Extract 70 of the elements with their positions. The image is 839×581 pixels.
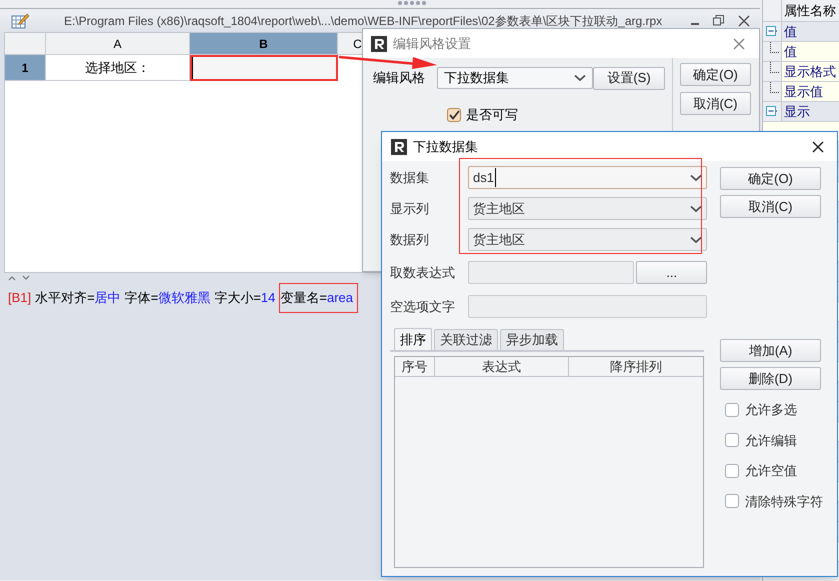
property-setting: 水平对齐=居中	[35, 289, 121, 308]
field-label: 编辑风格	[373, 69, 426, 88]
property-setting: 变量名=area	[279, 283, 358, 313]
column-header[interactable]: 序号	[395, 357, 435, 376]
field-label: 数据集	[390, 168, 430, 187]
field-label: 数据列	[390, 230, 430, 249]
checkbox[interactable]	[725, 402, 739, 417]
app-logo-icon	[391, 138, 407, 154]
dialog-button[interactable]: 删除(D)	[720, 367, 821, 390]
dialog-button[interactable]: 确定(O)	[720, 167, 821, 190]
tree-line-icon	[770, 62, 778, 73]
column-header[interactable]: A	[46, 33, 190, 54]
checkbox[interactable]	[447, 108, 461, 122]
column-header[interactable]: 表达式	[435, 357, 569, 376]
tab[interactable]: 关联过滤	[434, 329, 498, 350]
field-label: 空选项文字	[390, 298, 456, 316]
dialog-button[interactable]: 设置(S)	[593, 66, 665, 90]
checkbox-label: 允许编辑	[745, 432, 797, 450]
property-setting: 字大小=14	[214, 289, 276, 308]
dropdown[interactable]: 货主地区	[468, 197, 707, 220]
report-icon	[11, 12, 29, 30]
checkbox-label: 允许空值	[745, 462, 797, 480]
checkbox-label: 允许多选	[745, 401, 797, 419]
input-field[interactable]	[468, 295, 707, 318]
checkbox-label: 是否可写	[466, 106, 518, 124]
chevron-icon	[690, 174, 702, 182]
field-label: 取数表达式	[390, 264, 456, 282]
column-header[interactable]: B	[190, 33, 338, 54]
close-icon	[738, 14, 750, 26]
dialog-button[interactable]: 增加(A)	[720, 339, 821, 362]
minimize-icon	[691, 23, 699, 25]
dialog-title: 编辑风格设置	[393, 34, 471, 53]
checkbox[interactable]	[725, 433, 739, 448]
table-cell[interactable]	[190, 55, 338, 81]
column-header[interactable]: 降序排列	[569, 357, 703, 376]
tree-line-icon	[770, 82, 778, 93]
dialog-button[interactable]: 取消(C)	[720, 195, 821, 218]
dialog-button[interactable]: 确定(O)	[680, 63, 751, 86]
close-icon[interactable]	[812, 140, 824, 152]
row-header[interactable]: 1	[5, 55, 46, 81]
tab[interactable]: 异步加载	[500, 329, 564, 350]
cell-reference: [B1]	[8, 289, 32, 308]
checkbox-label: 清除特殊字符	[745, 492, 823, 510]
dialog-button[interactable]: 取消(C)	[680, 92, 751, 115]
tab[interactable]: 排序	[394, 328, 432, 350]
collapse-icon[interactable]	[766, 106, 778, 118]
tree-line-icon	[770, 42, 778, 53]
restore-icon	[713, 15, 724, 26]
input-field[interactable]	[468, 261, 634, 284]
property-name[interactable]: 值	[782, 22, 797, 41]
collapse-icon[interactable]	[766, 26, 778, 38]
checkmark-icon	[448, 110, 460, 120]
grip-icon	[397, 0, 427, 6]
dialog-button[interactable]: ...	[636, 261, 707, 284]
window-title: E:\Program Files (x86)\raqsoft_1804\report\web\...\demo\WEB-INF\reportFiles\02参数表单\区块下拉联动_arg.rpx	[64, 12, 662, 30]
chevron-icon	[690, 204, 702, 212]
app-logo-icon	[371, 36, 387, 52]
chevron-icon	[574, 74, 586, 82]
dropdown[interactable]: 货主地区	[468, 228, 707, 251]
property-name[interactable]: 值	[782, 42, 797, 61]
dropdown[interactable]: ds1	[468, 166, 707, 189]
dialog-title: 下拉数据集	[413, 138, 478, 156]
checkbox[interactable]	[725, 464, 739, 478]
property-setting: 字体=微软雅黑	[124, 289, 210, 308]
style-dropdown[interactable]: 下拉数据集	[437, 67, 593, 89]
checkbox[interactable]	[725, 494, 739, 508]
column-header: 属性名称	[783, 2, 836, 20]
field-label: 显示列	[390, 200, 430, 218]
chevron-icon	[690, 236, 702, 244]
collapse-arrows-icon	[8, 275, 32, 281]
